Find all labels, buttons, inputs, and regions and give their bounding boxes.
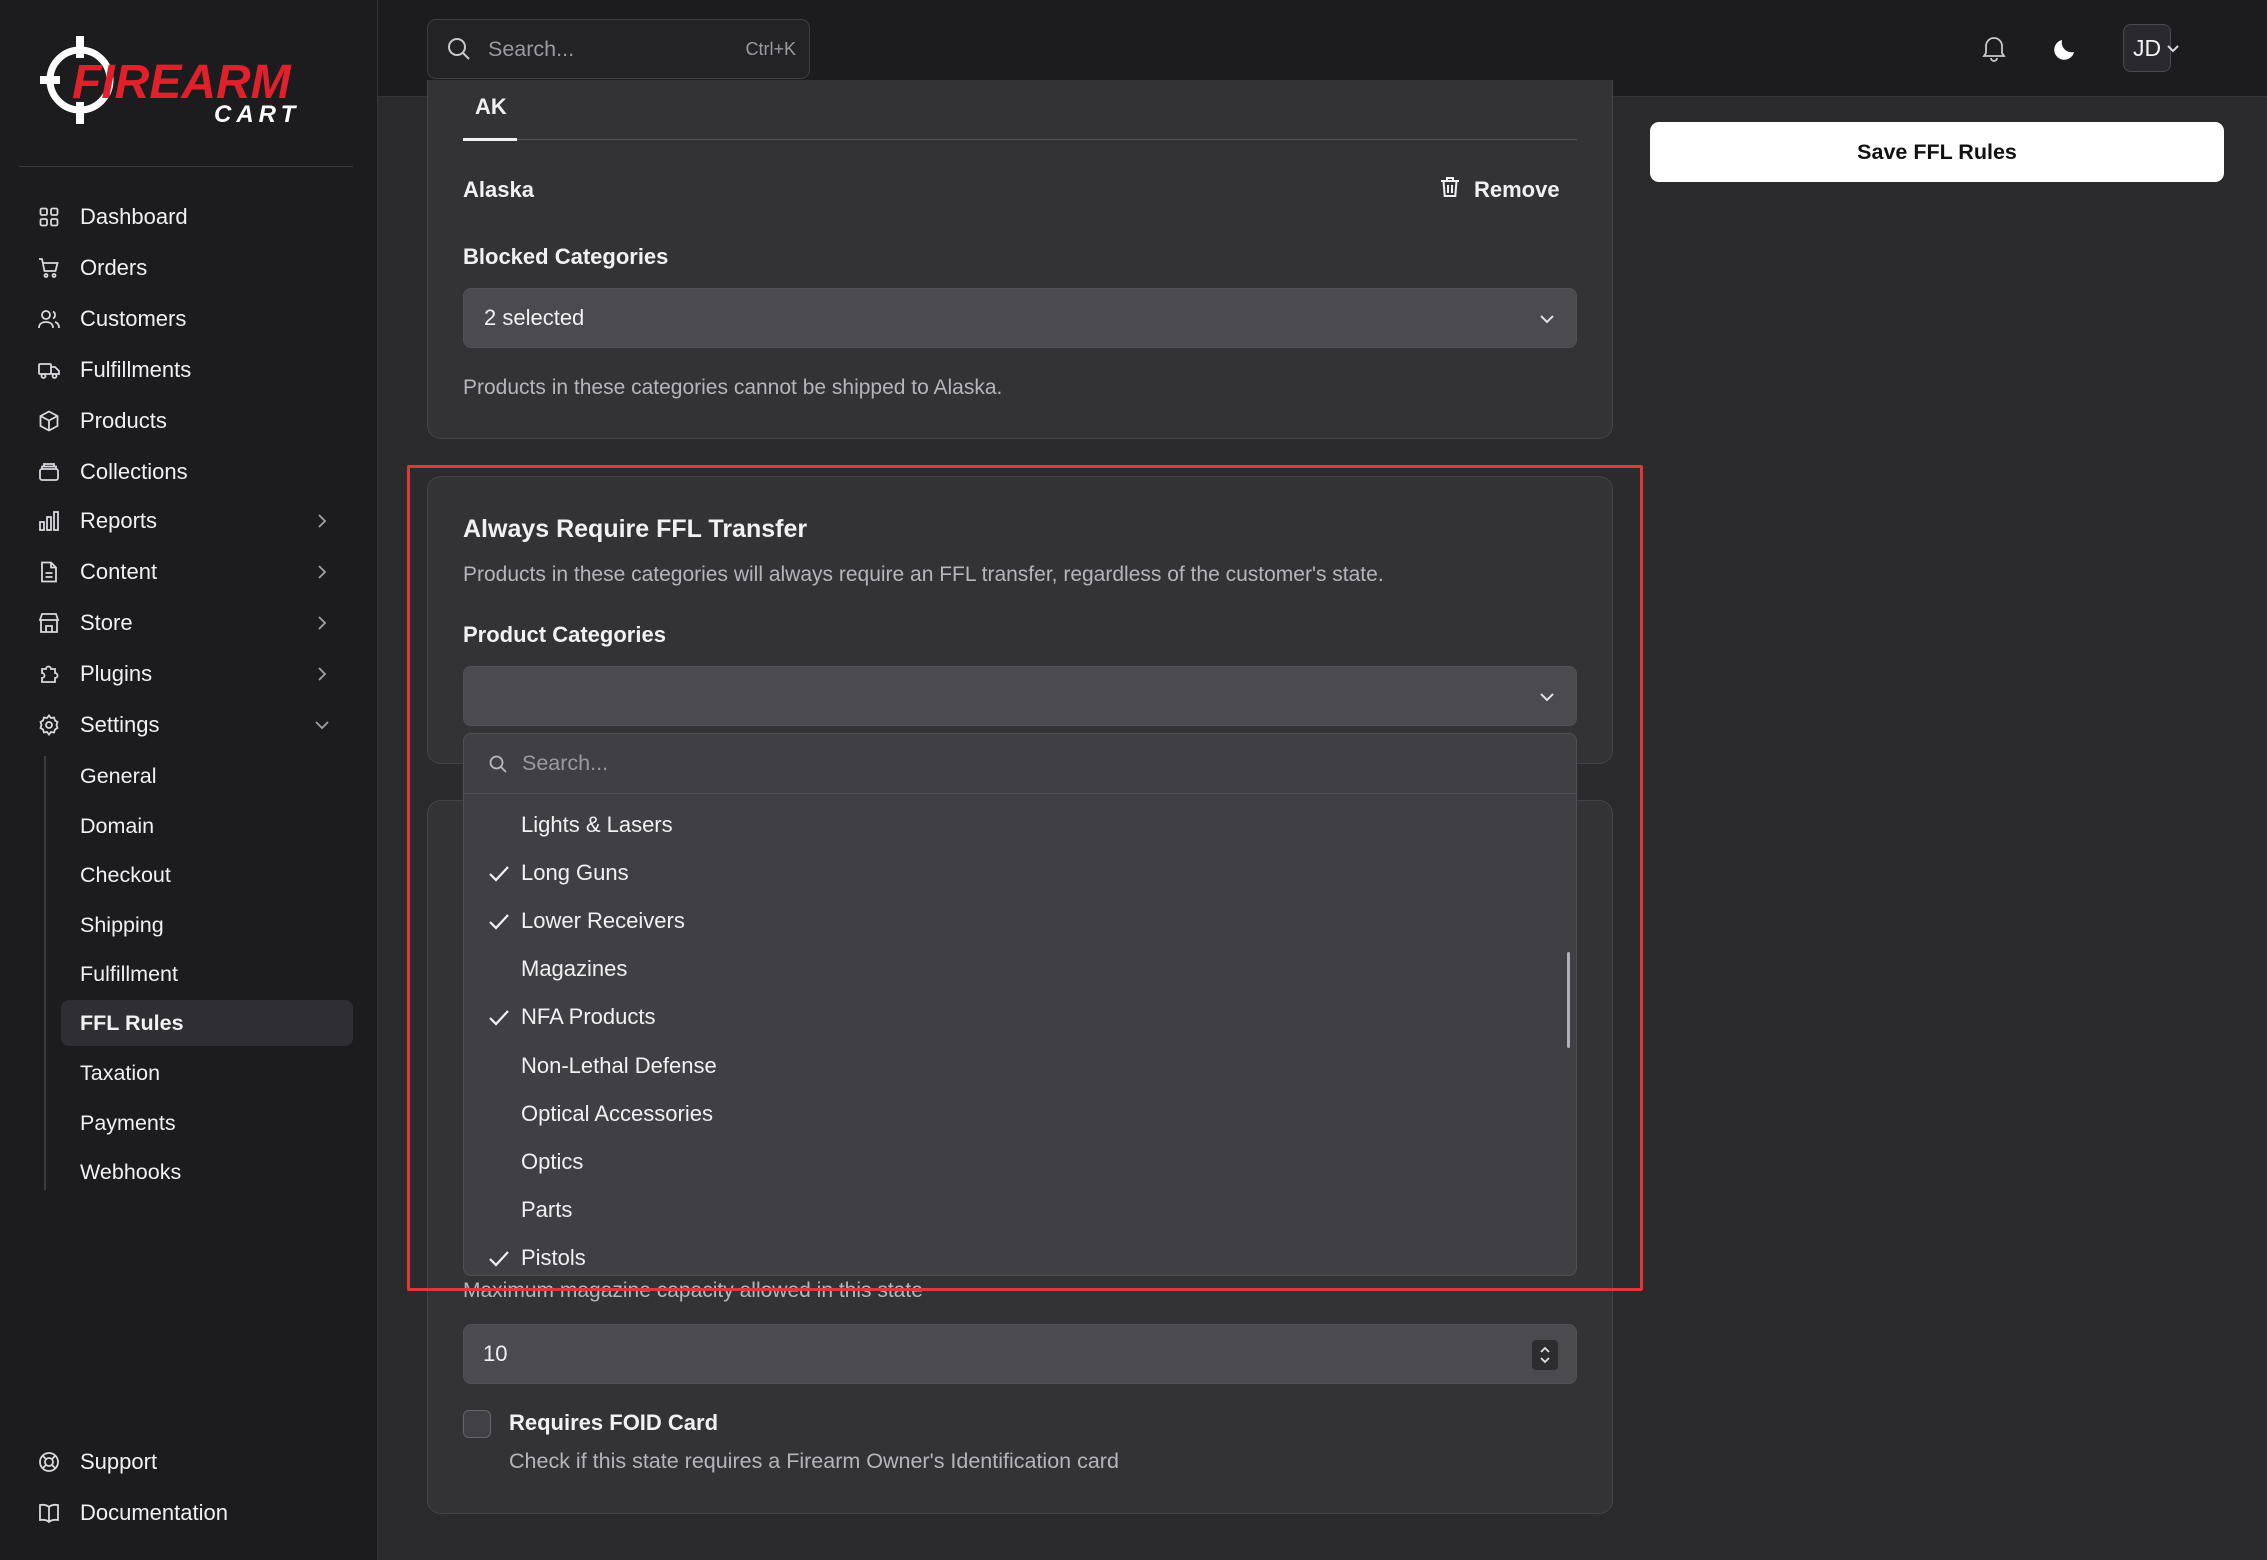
magazine-capacity-input[interactable]: 10 (463, 1324, 1577, 1384)
sidebar-item-label: Documentation (80, 1500, 228, 1525)
sidebar-item-label: Dashboard (80, 204, 188, 229)
sidebar-item-label: Reports (80, 508, 158, 533)
users-icon (37, 307, 61, 331)
lifebuoy-icon (37, 1450, 61, 1474)
chevron-down-icon (1540, 315, 1554, 324)
sidebar-item-taxation[interactable]: Taxation (61, 1050, 353, 1096)
document-icon (37, 560, 61, 584)
gear-icon (37, 713, 61, 737)
sidebar-item-label: Orders (80, 255, 148, 280)
truck-icon (37, 358, 61, 382)
sidebar-item-documentation[interactable]: Documentation (19, 1490, 353, 1536)
save-ffl-rules-button[interactable]: Save FFL Rules (1650, 122, 2224, 182)
remove-label: Remove (1474, 177, 1560, 202)
sidebar-item-ffl-rules[interactable]: FFL Rules (61, 1000, 353, 1046)
global-search-input[interactable]: Search... Ctrl+K (427, 19, 810, 79)
moon-icon[interactable] (2048, 30, 2084, 66)
logo-subword: CART (214, 101, 300, 126)
sidebar-item-label: Support (80, 1449, 158, 1474)
cart-icon (37, 256, 61, 280)
box-icon (37, 409, 61, 433)
sidebar-item-domain[interactable]: Domain (61, 803, 353, 849)
stepper-arrows-icon (1540, 1346, 1550, 1364)
sidebar-item-shipping[interactable]: Shipping (61, 902, 353, 948)
sidebar-item-label: Plugins (80, 661, 153, 686)
sidebar-item-general[interactable]: General (61, 753, 353, 799)
chevron-down-icon[interactable] (2155, 30, 2191, 66)
chevron-right-icon (318, 514, 327, 528)
sidebar-item-support[interactable]: Support (19, 1439, 353, 1485)
layers-icon (37, 460, 61, 484)
sidebar-item-customers[interactable]: Customers (19, 296, 353, 342)
puzzle-icon (37, 662, 61, 686)
sidebar-item-label: Content (80, 559, 158, 584)
bell-icon[interactable] (1976, 30, 2012, 66)
sidebar: FIREARM CART Dashboard Orders Customers … (0, 0, 378, 1560)
sidebar-item-checkout[interactable]: Checkout (61, 852, 353, 898)
magazine-capacity-value: 10 (483, 1341, 508, 1366)
sidebar-item-label: Settings (80, 712, 160, 737)
search-shortcut: Ctrl+K (745, 38, 796, 59)
sidebar-item-content[interactable]: Content (19, 549, 353, 595)
blocked-categories-select[interactable]: 2 selected (463, 288, 1577, 348)
sidebar-item-fulfillments[interactable]: Fulfillments (19, 347, 353, 393)
blocked-categories-value: 2 selected (484, 305, 585, 330)
sidebar-item-label: Fulfillments (80, 357, 192, 382)
tabs-divider (463, 139, 1577, 140)
state-name: Alaska (463, 177, 534, 202)
sidebar-item-label: Customers (80, 306, 187, 331)
blocked-categories-label: Blocked Categories (463, 244, 669, 269)
chevron-down-icon (315, 721, 329, 730)
sidebar-item-fulfillment[interactable]: Fulfillment (61, 951, 353, 997)
logo-divider (19, 166, 353, 167)
search-icon (448, 38, 470, 60)
sidebar-item-payments[interactable]: Payments (61, 1100, 353, 1146)
settings-subnav-line (44, 756, 46, 1190)
store-icon (37, 611, 61, 635)
bar-chart-icon (37, 509, 61, 533)
sidebar-item-orders[interactable]: Orders (19, 245, 353, 291)
sidebar-item-label: Store (80, 610, 133, 635)
sidebar-item-dashboard[interactable]: Dashboard (19, 194, 353, 240)
highlight-box (407, 465, 1643, 1291)
sidebar-item-store[interactable]: Store (19, 600, 353, 646)
sidebar-item-settings[interactable]: Settings (19, 702, 353, 748)
chevron-right-icon (318, 565, 327, 579)
foid-help: Check if this state requires a Firearm O… (509, 1449, 1119, 1473)
active-tab-indicator (463, 138, 517, 141)
book-icon (37, 1501, 61, 1525)
sidebar-item-plugins[interactable]: Plugins (19, 651, 353, 697)
sidebar-item-products[interactable]: Products (19, 398, 353, 444)
sidebar-item-reports[interactable]: Reports (19, 498, 353, 544)
sidebar-item-webhooks[interactable]: Webhooks (61, 1149, 353, 1195)
foid-checkbox[interactable] (463, 1410, 491, 1438)
foid-label: Requires FOID Card (509, 1410, 719, 1435)
sidebar-item-label: Products (80, 408, 167, 433)
trash-icon (1440, 176, 1460, 204)
search-placeholder: Search... (488, 36, 575, 61)
remove-state-button[interactable]: Remove (1440, 174, 1560, 206)
number-stepper[interactable] (1532, 1340, 1558, 1370)
grid-icon (37, 205, 61, 229)
sidebar-item-label: Collections (80, 459, 188, 484)
blocked-categories-help: Products in these categories cannot be s… (463, 376, 1003, 399)
sidebar-item-collections[interactable]: Collections (19, 449, 353, 495)
chevron-right-icon (318, 667, 327, 681)
chevron-right-icon (318, 616, 327, 630)
firearm-cart-logo[interactable]: FIREARM CART (38, 34, 340, 128)
tab-ak[interactable]: AK (475, 94, 507, 120)
